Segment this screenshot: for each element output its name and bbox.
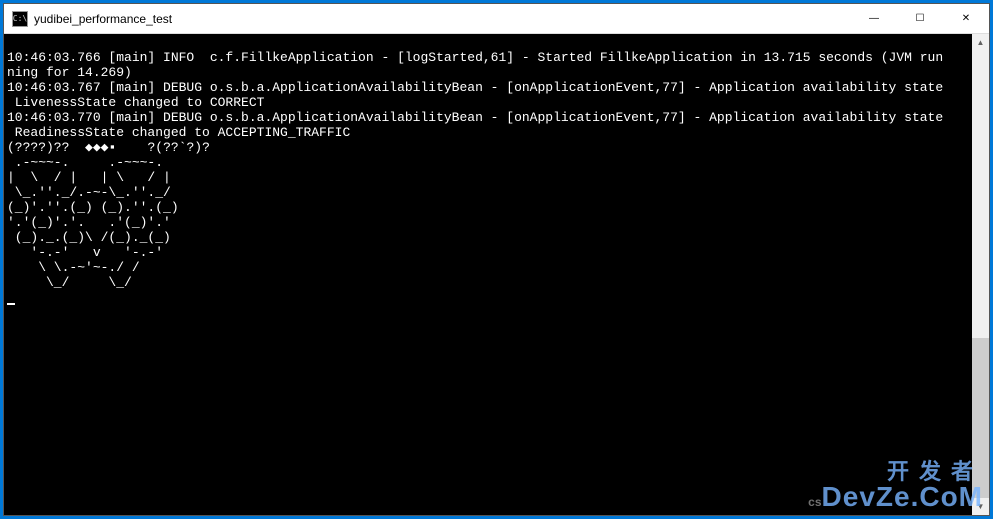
ascii-art-line: .-~~~-. .-~~~-. xyxy=(7,155,179,170)
titlebar[interactable]: C:\ yudibei_performance_test — ☐ ✕ xyxy=(4,4,989,34)
window-title: yudibei_performance_test xyxy=(34,12,851,26)
log-line: 10:46:03.767 [main] DEBUG o.s.b.a.Applic… xyxy=(7,80,943,95)
log-line: ReadinessState changed to ACCEPTING_TRAF… xyxy=(7,125,350,140)
scroll-down-button[interactable]: ▼ xyxy=(972,498,989,515)
ascii-art-line: (_)'.''.(_) (_).''.(_) xyxy=(7,200,179,215)
log-line: ning for 14.269) xyxy=(7,65,132,80)
ascii-art-line: \ \.-~'~-./ / xyxy=(7,260,179,275)
ascii-art-line: '-.-' v '-.-' xyxy=(7,245,179,260)
vertical-scrollbar[interactable]: ▲ ▼ xyxy=(972,34,989,515)
minimize-button[interactable]: — xyxy=(851,4,897,33)
cmd-icon: C:\ xyxy=(12,11,28,27)
maximize-button[interactable]: ☐ xyxy=(897,4,943,33)
window-controls: — ☐ ✕ xyxy=(851,4,989,33)
ascii-art-line: \_.''._/.-~-\_.''._/ xyxy=(7,185,179,200)
log-line: (????)?? ◆◆◆▪ ?(??`?)? xyxy=(7,140,210,155)
close-button[interactable]: ✕ xyxy=(943,4,989,33)
ascii-art-line: '.'(_)'.'. .'(_)'.' xyxy=(7,215,179,230)
ascii-art-line: (_)._.(_)\ /(_)._(_) xyxy=(7,230,179,245)
scrollbar-thumb[interactable] xyxy=(972,338,989,498)
scrollbar-track[interactable] xyxy=(972,51,989,498)
log-line: 10:46:03.770 [main] DEBUG o.s.b.a.Applic… xyxy=(7,110,943,125)
log-line: 10:46:03.766 [main] INFO c.f.FillkeAppli… xyxy=(7,50,943,65)
log-line: LivenessState changed to CORRECT xyxy=(7,95,264,110)
terminal-cursor xyxy=(7,303,15,305)
scroll-up-button[interactable]: ▲ xyxy=(972,34,989,51)
app-window: C:\ yudibei_performance_test — ☐ ✕ 10:46… xyxy=(3,3,990,516)
terminal-output[interactable]: 10:46:03.766 [main] INFO c.f.FillkeAppli… xyxy=(4,34,972,515)
ascii-art-line: \_/ \_/ xyxy=(7,275,179,290)
ascii-art-line: | \ / | | \ / | xyxy=(7,170,179,185)
terminal-container: 10:46:03.766 [main] INFO c.f.FillkeAppli… xyxy=(4,34,989,515)
